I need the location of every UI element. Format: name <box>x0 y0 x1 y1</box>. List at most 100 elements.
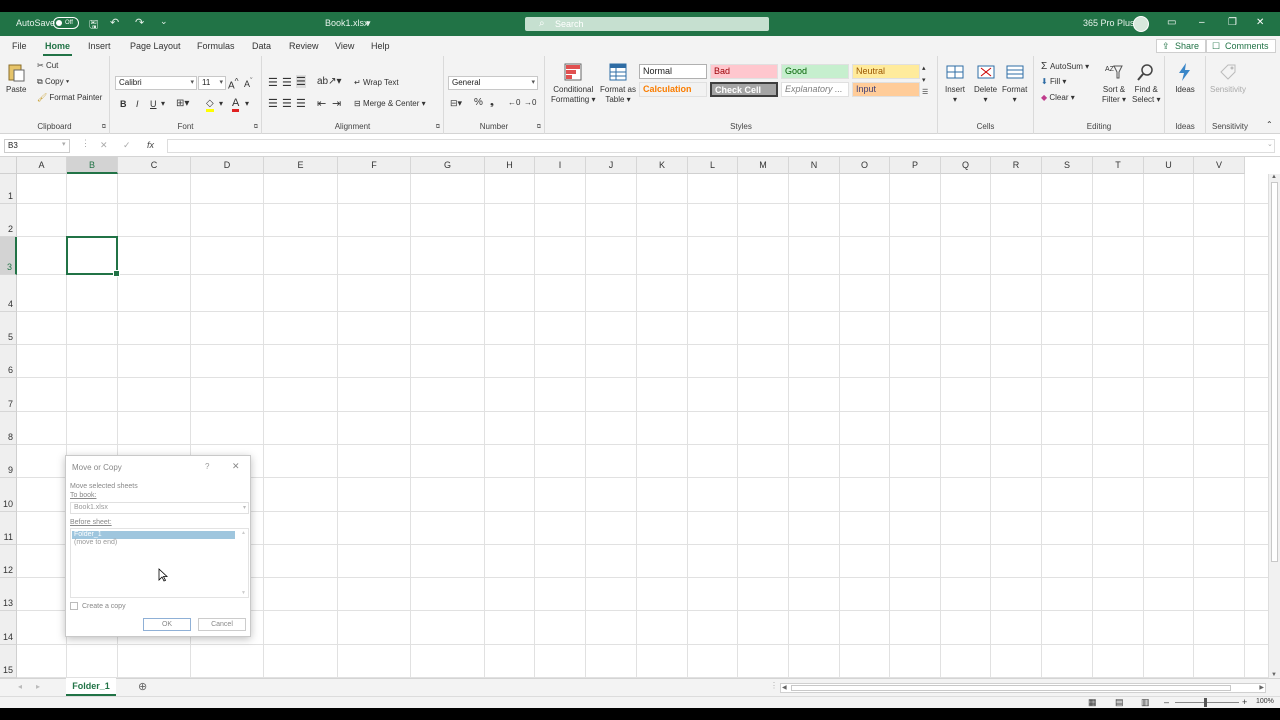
find-select-button[interactable]: Find & Select ▾ <box>1132 62 1160 105</box>
tab-home[interactable]: Home <box>42 41 73 56</box>
row-header-15[interactable]: 15 <box>0 645 17 678</box>
borders-icon[interactable]: ⊞▾ <box>176 98 189 109</box>
underline-icon[interactable]: U <box>150 99 157 109</box>
avatar[interactable] <box>1133 16 1149 32</box>
orientation-icon[interactable]: ab↗▾ <box>317 76 342 87</box>
create-copy-checkbox[interactable] <box>70 602 78 610</box>
sort-filter-button[interactable]: AZ Sort & Filter ▾ <box>1102 62 1126 105</box>
accounting-icon[interactable]: ⊟▾ <box>450 98 462 109</box>
align-middle-icon[interactable]: ☰ <box>282 76 292 89</box>
conditional-formatting-button[interactable]: Conditional Formatting ▾ <box>551 62 595 105</box>
comma-icon[interactable]: ❟ <box>490 97 494 108</box>
styles-more-icon[interactable]: ☰ <box>922 88 928 96</box>
next-sheet-icon[interactable]: ▸ <box>36 682 40 691</box>
new-sheet-icon[interactable]: ⊕ <box>138 680 147 693</box>
row-header-6[interactable]: 6 <box>0 345 17 378</box>
format-painter-button[interactable]: 🖌 Format Painter <box>37 93 102 102</box>
row-header-4[interactable]: 4 <box>0 275 17 312</box>
column-header-f[interactable]: F <box>338 157 411 174</box>
number-launcher-icon[interactable]: ⧉ <box>537 124 541 131</box>
zoom-slider[interactable] <box>1175 702 1239 703</box>
styles-scroll-up-icon[interactable]: ▴ <box>922 64 926 72</box>
vertical-scroll-thumb[interactable] <box>1271 182 1278 562</box>
minimize-icon[interactable]: – <box>1199 17 1205 28</box>
select-all-corner[interactable] <box>0 157 17 174</box>
format-cells-button[interactable]: Format ▾ <box>1002 62 1027 105</box>
prev-sheet-icon[interactable]: ◂ <box>18 682 22 691</box>
tab-formulas[interactable]: Formulas <box>197 41 235 51</box>
alignment-launcher-icon[interactable]: ⧉ <box>436 124 440 131</box>
row-header-1[interactable]: 1 <box>0 174 17 204</box>
align-center-icon[interactable]: ☰ <box>282 97 292 110</box>
column-header-i[interactable]: I <box>535 157 586 174</box>
fill-color-icon[interactable]: ◇ <box>206 98 214 112</box>
row-header-8[interactable]: 8 <box>0 412 17 445</box>
column-header-k[interactable]: K <box>637 157 688 174</box>
font-color-dropdown-icon[interactable]: ▾ <box>245 99 249 108</box>
zoom-slider-thumb[interactable] <box>1204 698 1207 707</box>
fill-color-dropdown-icon[interactable]: ▾ <box>219 99 223 108</box>
column-header-r[interactable]: R <box>991 157 1042 174</box>
format-as-table-button[interactable]: Format as Table ▾ <box>600 62 636 105</box>
zoom-out-icon[interactable]: – <box>1164 697 1169 707</box>
active-cell[interactable] <box>66 236 120 277</box>
column-header-n[interactable]: N <box>789 157 840 174</box>
column-header-q[interactable]: Q <box>941 157 991 174</box>
ok-button[interactable]: OK <box>143 618 191 631</box>
search-box[interactable]: ⌕ Search <box>525 17 769 31</box>
confirm-entry-icon[interactable]: ✓ <box>123 140 131 151</box>
tab-page-layout[interactable]: Page Layout <box>130 41 181 51</box>
align-right-icon[interactable]: ☰ <box>296 97 306 110</box>
to-book-select[interactable]: Book1.xlsx ▾ <box>70 502 249 514</box>
column-header-j[interactable]: J <box>586 157 637 174</box>
column-header-e[interactable]: E <box>264 157 338 174</box>
page-layout-view-icon[interactable]: ▤ <box>1115 697 1124 708</box>
zoom-in-icon[interactable]: + <box>1242 697 1247 707</box>
close-icon[interactable]: ✕ <box>232 461 240 472</box>
expand-formula-icon[interactable]: ⌄ <box>1267 140 1273 148</box>
scroll-right-icon[interactable]: ▶ <box>1259 684 1264 691</box>
tab-splitter-icon[interactable]: ⋮ <box>770 681 778 690</box>
redo-icon[interactable]: ↷ <box>135 16 144 29</box>
save-icon[interactable]: 🖫 <box>89 16 98 35</box>
sensitivity-button[interactable]: Sensitivity <box>1210 62 1246 95</box>
filename-chevron-icon[interactable]: ▾ <box>366 18 371 29</box>
align-top-icon[interactable]: ☰ <box>268 76 278 89</box>
decrease-indent-icon[interactable]: ⇤ <box>317 97 326 110</box>
cancel-entry-icon[interactable]: ✕ <box>100 140 108 151</box>
decrease-font-icon[interactable]: Aˇ <box>244 76 253 89</box>
row-header-9[interactable]: 9 <box>0 445 17 478</box>
zoom-level[interactable]: 100% <box>1256 698 1274 705</box>
help-icon[interactable]: ? <box>205 462 209 471</box>
comments-button[interactable]: ☐ Comments <box>1206 39 1276 53</box>
tab-data[interactable]: Data <box>252 41 271 51</box>
tab-insert[interactable]: Insert <box>88 41 111 51</box>
insert-function-icon[interactable]: fx <box>147 140 154 150</box>
close-window-icon[interactable]: ✕ <box>1256 17 1264 28</box>
name-box-dropdown-icon[interactable]: ▾ <box>62 140 66 148</box>
column-header-d[interactable]: D <box>191 157 264 174</box>
list-scroll-up-icon[interactable]: ▲ <box>241 530 246 536</box>
style-bad[interactable]: Bad <box>710 64 778 79</box>
normal-view-icon[interactable]: ▦ <box>1088 697 1097 708</box>
row-header-7[interactable]: 7 <box>0 378 17 412</box>
formula-input[interactable] <box>167 139 1275 153</box>
row-header-12[interactable]: 12 <box>0 545 17 578</box>
column-header-p[interactable]: P <box>890 157 941 174</box>
row-header-5[interactable]: 5 <box>0 312 17 345</box>
wrap-text-button[interactable]: ↵ Wrap Text <box>354 78 399 87</box>
autosum-button[interactable]: Σ AutoSum ▾ <box>1041 61 1089 72</box>
style-good[interactable]: Good <box>781 64 849 79</box>
restore-icon[interactable]: ❐ <box>1228 17 1237 28</box>
clipboard-launcher-icon[interactable]: ⧉ <box>102 124 106 131</box>
column-header-g[interactable]: G <box>411 157 485 174</box>
column-header-s[interactable]: S <box>1042 157 1093 174</box>
ribbon-display-icon[interactable]: ▭ <box>1167 17 1176 28</box>
vertical-scrollbar[interactable]: ▲ ▼ <box>1268 174 1280 678</box>
font-launcher-icon[interactable]: ⧉ <box>254 124 258 131</box>
page-break-view-icon[interactable]: ▥ <box>1141 697 1150 708</box>
share-button[interactable]: ⇪ Share <box>1156 39 1207 53</box>
increase-font-icon[interactable]: A^ <box>228 76 239 91</box>
row-header-3[interactable]: 3 <box>0 237 17 275</box>
merge-center-button[interactable]: ⊟ Merge & Center ▾ <box>354 99 426 108</box>
